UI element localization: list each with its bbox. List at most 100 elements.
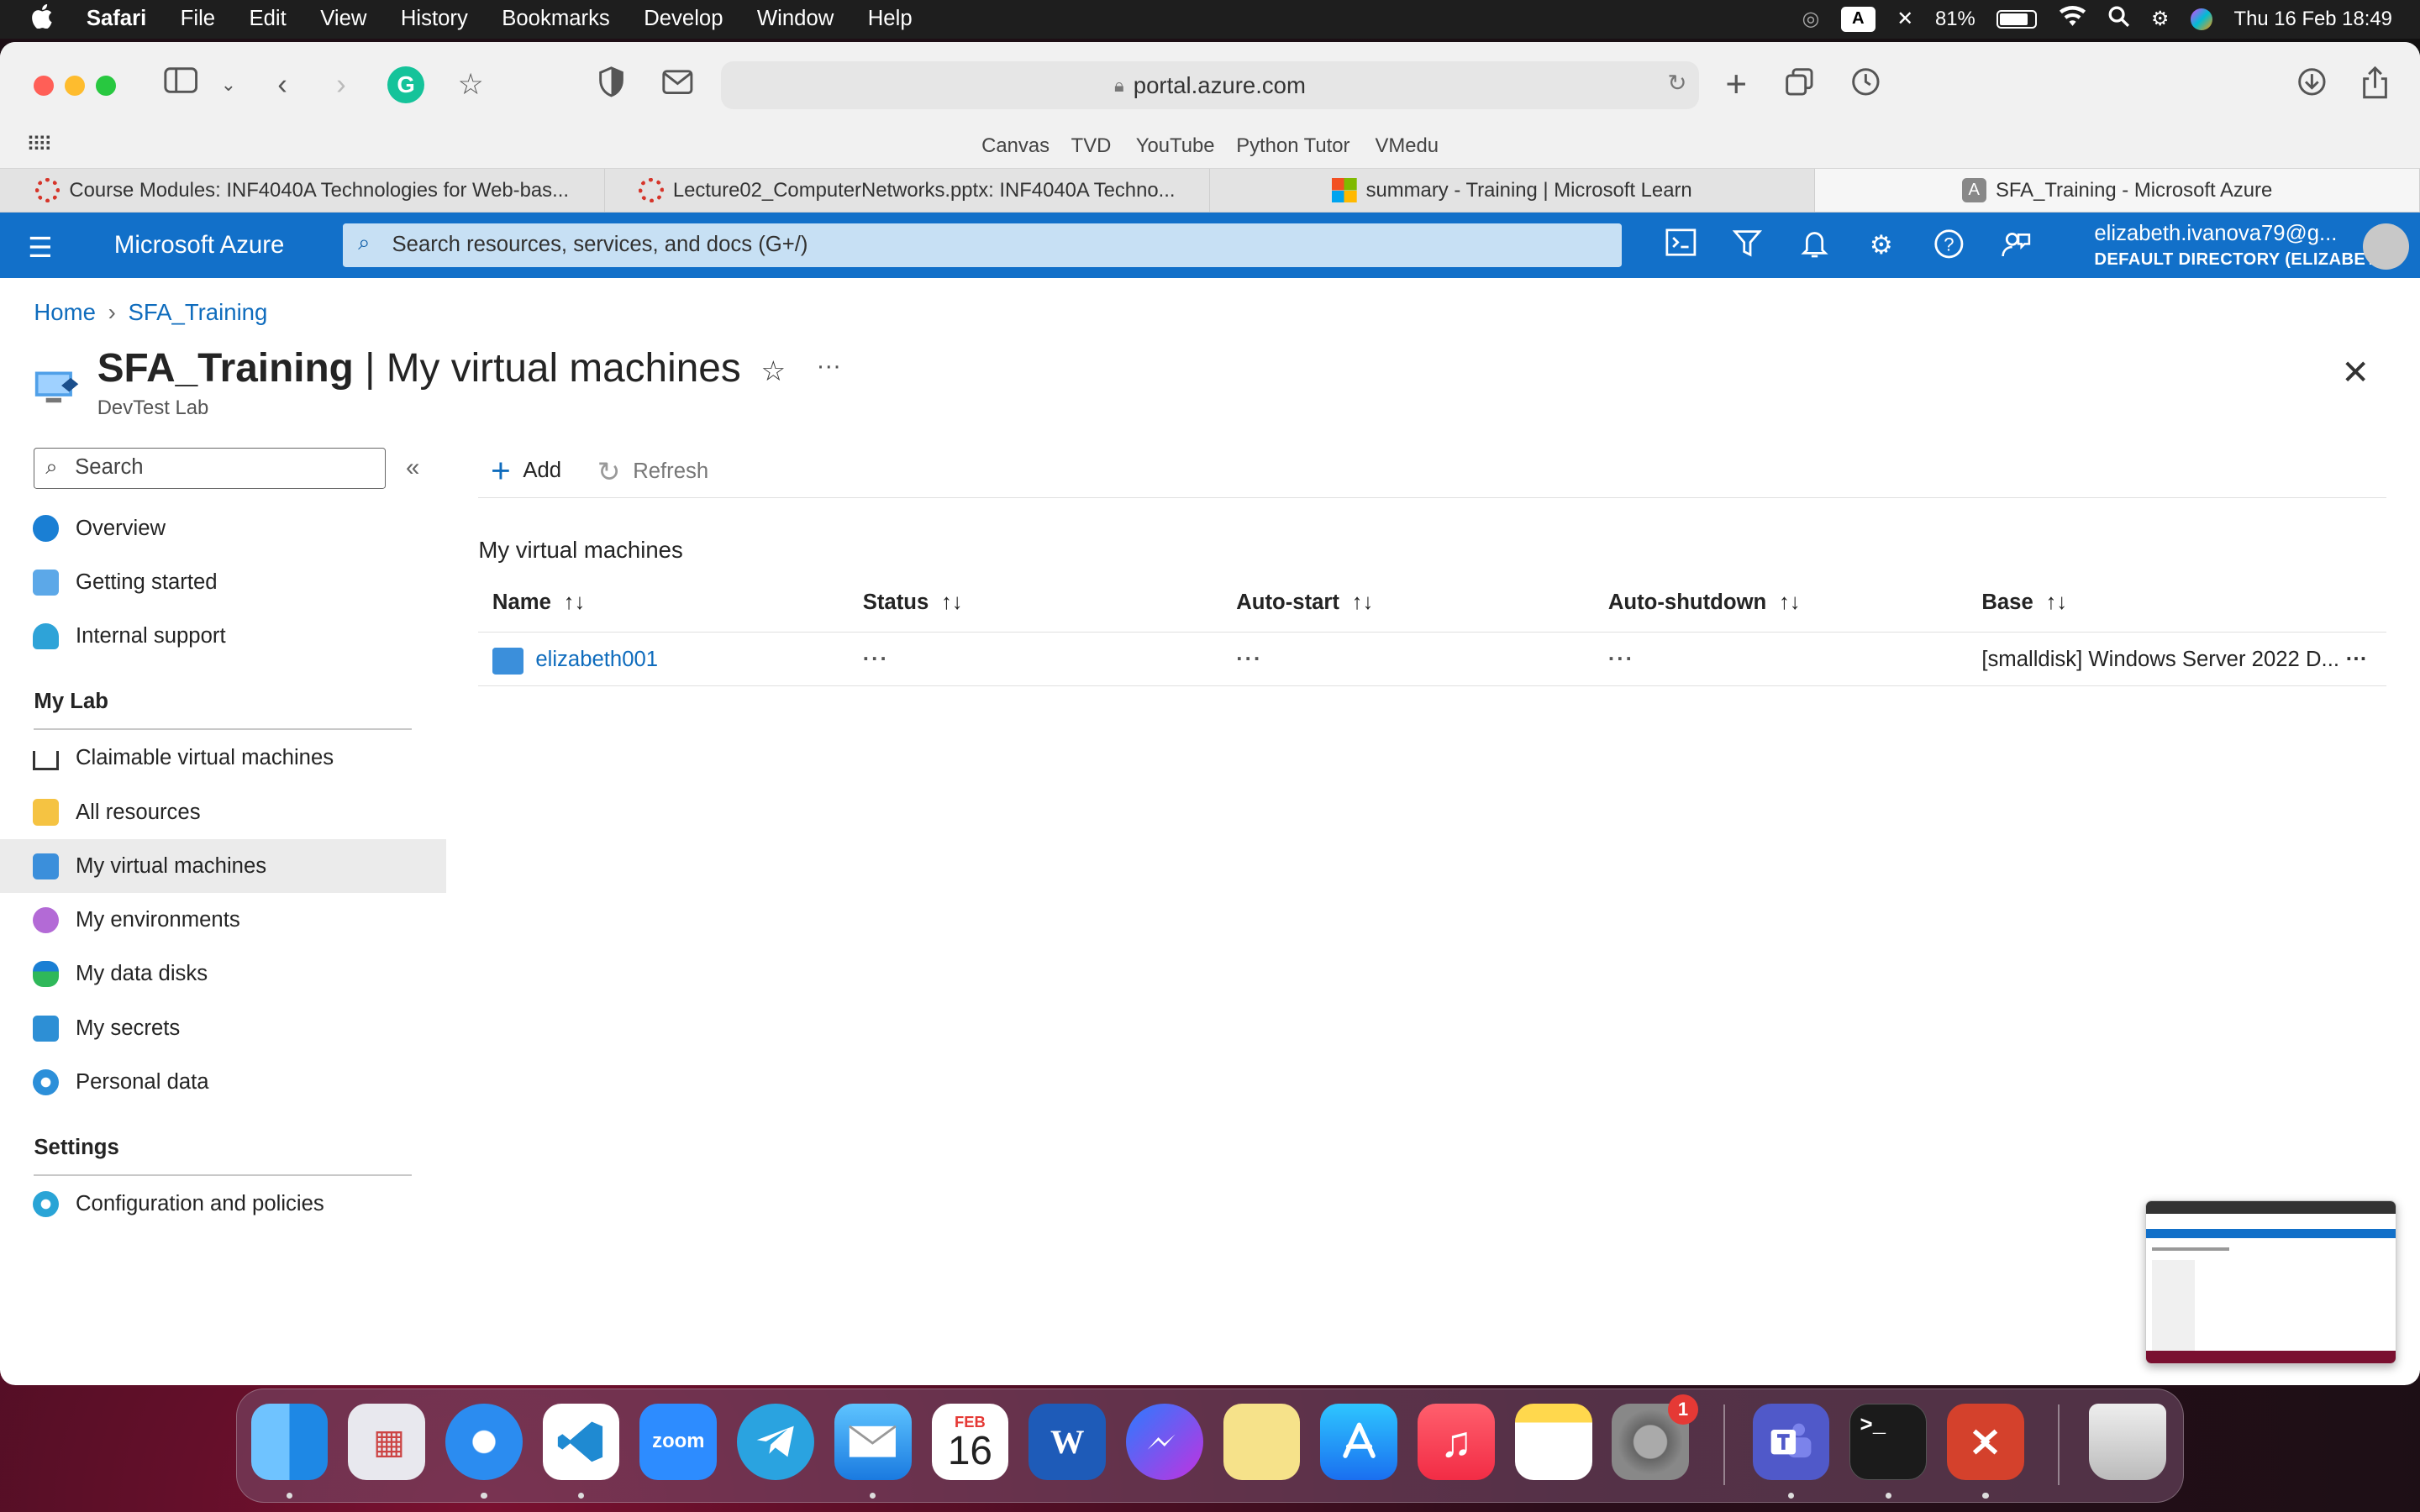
sidebar-item-personal-data[interactable]: Personal data (0, 1055, 446, 1109)
control-center-icon[interactable]: ⚙ (2151, 7, 2169, 31)
favorite-vmedu[interactable]: VMedu (1375, 134, 1439, 158)
account-menu[interactable]: elizabeth.ivanova79@g... DEFAULT DIRECTO… (2094, 221, 2389, 273)
vm-name-link[interactable]: elizabeth001 (535, 648, 658, 672)
sidebar-item-all-resources[interactable]: All resources (0, 785, 446, 839)
column-header-name[interactable]: Name ↑↓ (492, 591, 585, 615)
sidebar-toggle-icon[interactable] (162, 66, 199, 103)
column-header-base[interactable]: Base ↑↓ (1981, 591, 2067, 615)
telegram-app-icon[interactable] (737, 1403, 814, 1481)
close-window-button[interactable] (34, 75, 55, 96)
menu-develop[interactable]: Develop (644, 7, 723, 31)
safari-app-icon[interactable] (445, 1403, 523, 1481)
wifi-icon[interactable] (2059, 5, 2086, 34)
sidebar-item-overview[interactable]: Overview (0, 501, 446, 555)
favorite-tvd[interactable]: TVD (1071, 134, 1112, 158)
settings-gear-icon[interactable]: ⚙ (1865, 228, 1898, 262)
zoom-app-icon[interactable]: zoom (639, 1403, 718, 1481)
app-store-icon[interactable] (1320, 1403, 1398, 1481)
music-app-icon[interactable]: ♫ (1418, 1403, 1495, 1481)
menu-bookmarks[interactable]: Bookmarks (502, 7, 610, 31)
refresh-button[interactable]: ↻ Refresh (597, 455, 708, 489)
sidebar-item-getting-started[interactable]: Getting started (0, 555, 446, 609)
portal-menu-icon[interactable]: ☰ (28, 231, 53, 265)
bluetooth-off-icon[interactable]: ✕ (1897, 7, 1913, 31)
sort-icon[interactable]: ↑↓ (1352, 591, 1374, 614)
chevron-down-icon[interactable]: ⌄ (210, 66, 247, 103)
menubar-clock[interactable]: Thu 16 Feb 18:49 (2234, 8, 2392, 31)
breadcrumb-lab[interactable]: SFA_Training (128, 299, 267, 325)
directory-filter-icon[interactable] (1730, 228, 1764, 262)
spotlight-search-icon[interactable] (2108, 6, 2130, 34)
mail-extension-icon[interactable] (659, 66, 696, 103)
messenger-app-icon[interactable] (1125, 1403, 1203, 1481)
tab-overview-icon[interactable] (1781, 66, 1818, 103)
history-clock-icon[interactable] (1848, 66, 1885, 103)
sort-icon[interactable]: ↑↓ (1779, 591, 1801, 614)
downloads-icon[interactable] (2293, 66, 2330, 103)
sidebar-item-configuration-policies[interactable]: Configuration and policies (0, 1177, 446, 1231)
favorite-star-icon[interactable]: ☆ (452, 66, 489, 103)
notes-app-icon[interactable] (1514, 1403, 1592, 1481)
teams-app-icon[interactable] (1752, 1403, 1830, 1481)
mail-app-icon[interactable] (834, 1403, 912, 1481)
apps-grid-icon[interactable]: ⠿⠿ (26, 133, 52, 157)
breadcrumb-home[interactable]: Home (34, 299, 95, 325)
address-bar[interactable]: 🔒︎ portal.azure.com ↻ (720, 61, 1700, 110)
vscode-app-icon[interactable] (542, 1403, 620, 1481)
sidebar-item-my-data-disks[interactable]: My data disks (0, 948, 446, 1001)
favorite-python-tutor[interactable]: Python Tutor (1236, 134, 1349, 158)
column-header-status[interactable]: Status ↑↓ (863, 591, 963, 615)
tab-azure-active[interactable]: A SFA_Training - Microsoft Azure (1814, 169, 2420, 213)
menu-history[interactable]: History (401, 7, 468, 31)
row-more-options-icon[interactable]: ··· (2346, 648, 2368, 672)
collapse-sidebar-icon[interactable]: « (406, 454, 419, 482)
tab-microsoft-learn[interactable]: summary - Training | Microsoft Learn (1210, 169, 1815, 213)
word-app-icon[interactable]: W (1028, 1403, 1107, 1481)
reload-icon[interactable]: ↻ (1667, 70, 1686, 97)
notifications-bell-icon[interactable] (1798, 228, 1832, 262)
sidebar-item-my-secrets[interactable]: My secrets (0, 1001, 446, 1055)
menu-edit[interactable]: Edit (249, 7, 286, 31)
cloud-shell-icon[interactable] (1664, 228, 1697, 262)
privacy-shield-icon[interactable] (592, 66, 629, 103)
sidebar-item-my-virtual-machines[interactable]: My virtual machines (0, 839, 446, 894)
terminal-app-icon[interactable]: >_ (1849, 1403, 1928, 1481)
sidebar-search-input[interactable]: ⌕ Search (34, 447, 387, 490)
menu-window[interactable]: Window (757, 7, 834, 31)
input-source-indicator[interactable]: A (1841, 7, 1876, 32)
column-header-auto-shutdown[interactable]: Auto-shutdown ↑↓ (1608, 591, 1801, 615)
airdrop-status-icon[interactable]: ◎ (1802, 7, 1820, 31)
grammarly-extension-icon[interactable]: G (387, 66, 425, 104)
share-icon[interactable] (2357, 66, 2394, 103)
apple-menu-icon[interactable] (28, 3, 55, 34)
siri-icon[interactable] (2191, 8, 2212, 30)
more-options-icon[interactable]: ··· (817, 352, 841, 381)
sidebar-item-claimable-vms[interactable]: Claimable virtual machines (0, 732, 446, 785)
sort-icon[interactable]: ↑↓ (564, 591, 586, 614)
forward-arrow-icon[interactable]: › (323, 66, 360, 103)
feedback-icon[interactable] (1999, 228, 2033, 262)
close-blade-icon[interactable]: ✕ (2341, 352, 2370, 392)
trash-icon[interactable] (2089, 1403, 2166, 1481)
menu-file[interactable]: File (181, 7, 215, 31)
zoom-window-button[interactable] (95, 75, 116, 96)
tab-course-modules[interactable]: Course Modules: INF4040A Technologies fo… (0, 169, 605, 213)
stickies-app-icon[interactable] (1223, 1403, 1301, 1481)
battery-icon[interactable] (1996, 9, 2038, 29)
tab-lecture02[interactable]: Lecture02_ComputerNetworks.pptx: INF4040… (605, 169, 1210, 213)
favorite-canvas[interactable]: Canvas (981, 134, 1050, 158)
launchpad-app-icon[interactable]: ▦ (348, 1403, 426, 1481)
favorite-youtube[interactable]: YouTube (1136, 134, 1215, 158)
screenshot-thumbnail-preview[interactable] (2145, 1200, 2397, 1364)
new-tab-plus-icon[interactable]: + (1718, 66, 1754, 103)
menu-view[interactable]: View (320, 7, 366, 31)
favorite-star-icon[interactable]: ☆ (760, 354, 786, 388)
finder-app-icon[interactable] (250, 1403, 329, 1481)
sidebar-item-my-environments[interactable]: My environments (0, 893, 446, 947)
calendar-app-icon[interactable]: FEB 16 (931, 1403, 1009, 1481)
system-settings-app-icon[interactable]: 1 (1612, 1394, 1699, 1481)
sort-icon[interactable]: ↑↓ (2045, 591, 2067, 614)
back-arrow-icon[interactable]: ‹ (264, 66, 301, 103)
add-button[interactable]: + Add (491, 454, 561, 487)
minimize-window-button[interactable] (65, 75, 86, 96)
